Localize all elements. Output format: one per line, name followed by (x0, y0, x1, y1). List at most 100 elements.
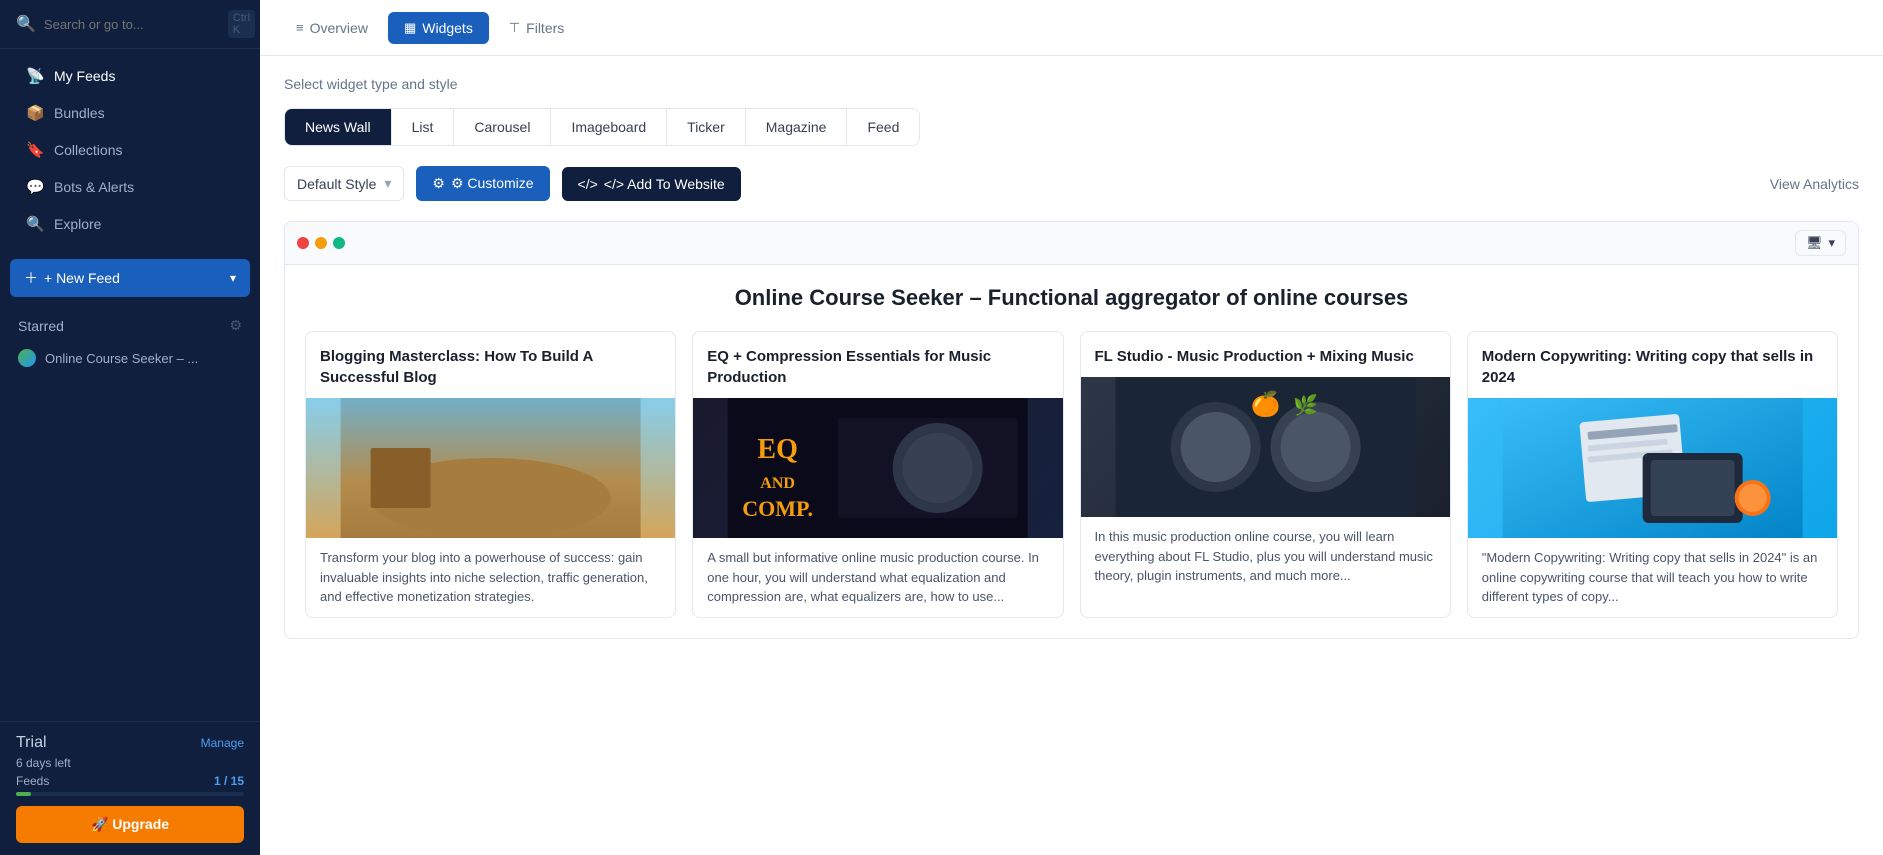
card-2[interactable]: EQ + Compression Essentials for Music Pr… (692, 331, 1063, 618)
style-select[interactable]: Default Style ▾ (284, 166, 404, 201)
card-image-copy (1468, 398, 1837, 538)
top-nav: ≡ Overview ▦ Widgets ⊤ Filters (260, 0, 1883, 56)
widget-tabs: News Wall List Carousel Imageboard Ticke… (284, 108, 920, 146)
sidebar-item-label: Bundles (54, 105, 105, 121)
feed-item-online-course[interactable]: Online Course Seeker – ... (0, 342, 260, 374)
upgrade-button[interactable]: 🚀 Upgrade (16, 806, 244, 843)
search-bar[interactable]: 🔍 Ctrl K (0, 0, 260, 49)
widget-tab-list[interactable]: List (392, 109, 455, 145)
card-4[interactable]: Modern Copywriting: Writing copy that se… (1467, 331, 1838, 618)
sidebar-item-label: Bots & Alerts (54, 179, 134, 195)
cards-grid: Blogging Masterclass: How To Build A Suc… (305, 331, 1838, 618)
feeds-count: 1 / 15 (214, 774, 244, 788)
overview-icon: ≡ (296, 20, 304, 35)
main-content: ≡ Overview ▦ Widgets ⊤ Filters Select wi… (260, 0, 1883, 855)
gear-icon[interactable]: ⚙ (229, 317, 242, 334)
select-widget-label: Select widget type and style (284, 76, 1859, 92)
customize-label: ⚙ Customize (451, 175, 534, 192)
collections-icon: 🔖 (26, 141, 44, 159)
sidebar: 🔍 Ctrl K 📡 My Feeds 📦 Bundles 🔖 Collecti… (0, 0, 260, 855)
card-1[interactable]: Blogging Masterclass: How To Build A Suc… (305, 331, 676, 618)
feeds-label: Feeds (16, 774, 49, 788)
new-feed-button[interactable]: ＋ + New Feed ▾ (10, 259, 250, 297)
svg-text:AND: AND (761, 475, 796, 492)
new-feed-label: + New Feed (44, 270, 120, 286)
card-3[interactable]: FL Studio - Music Production + Mixing Mu… (1080, 331, 1451, 618)
feeds-row: Feeds 1 / 15 (16, 774, 244, 788)
plus-icon: ＋ (24, 268, 38, 288)
customize-button[interactable]: ⚙ ⚙ Customize (416, 166, 549, 201)
starred-section: Starred ⚙ Online Course Seeker – ... (0, 305, 260, 378)
sidebar-item-collections[interactable]: 🔖 Collections (8, 132, 252, 168)
card-desc: Transform your blog into a powerhouse of… (306, 538, 675, 617)
upgrade-label: 🚀 Upgrade (91, 816, 169, 833)
tab-filters-label: Filters (526, 20, 564, 36)
traffic-light-green (333, 237, 345, 249)
feed-item-label: Online Course Seeker – ... (45, 351, 198, 366)
traffic-lights (297, 237, 345, 249)
card-image-eq: EQ AND COMP. (693, 398, 1062, 538)
feeds-icon: 📡 (26, 67, 44, 85)
preview-title: Online Course Seeker – Functional aggreg… (305, 285, 1838, 311)
bundles-icon: 📦 (26, 104, 44, 122)
device-switcher[interactable]: 🖥 ▾ (1795, 230, 1846, 256)
tab-widgets-label: Widgets (422, 20, 473, 36)
progress-bar (16, 792, 244, 796)
widget-tab-ticker[interactable]: Ticker (667, 109, 746, 145)
preview-container: 🖥 ▾ Online Course Seeker – Functional ag… (284, 221, 1859, 639)
tab-overview-label: Overview (310, 20, 368, 36)
card-title: EQ + Compression Essentials for Music Pr… (693, 332, 1062, 398)
add-website-icon: </> (578, 176, 598, 192)
card-image-fl: 🍊 🌿 (1081, 377, 1450, 517)
svg-text:COMP.: COMP. (743, 496, 814, 521)
svg-text:EQ: EQ (758, 434, 798, 465)
view-analytics-link[interactable]: View Analytics (1770, 176, 1859, 192)
tab-filters[interactable]: ⊤ Filters (493, 12, 580, 44)
card-desc: "Modern Copywriting: Writing copy that s… (1468, 538, 1837, 617)
widget-tab-feed[interactable]: Feed (847, 109, 919, 145)
sidebar-item-bots-alerts[interactable]: 💬 Bots & Alerts (8, 169, 252, 205)
tab-widgets[interactable]: ▦ Widgets (388, 12, 489, 44)
search-shortcut: Ctrl K (228, 10, 255, 38)
search-input[interactable] (44, 17, 220, 32)
feed-avatar (18, 349, 36, 367)
bots-icon: 💬 (26, 178, 44, 196)
trial-label: Trial (16, 734, 47, 752)
preview-titlebar: 🖥 ▾ (285, 222, 1858, 265)
card-title: Modern Copywriting: Writing copy that se… (1468, 332, 1837, 398)
sidebar-item-label: My Feeds (54, 68, 115, 84)
manage-link[interactable]: Manage (201, 736, 244, 750)
chevron-down-icon: ▾ (1828, 235, 1835, 251)
progress-fill (16, 792, 31, 796)
toolbar: Default Style ▾ ⚙ ⚙ Customize </> </> Ad… (284, 166, 1859, 201)
card-image-blog (306, 398, 675, 538)
add-to-website-button[interactable]: </> </> Add To Website (562, 167, 741, 201)
explore-icon: 🔍 (26, 215, 44, 233)
starred-header: Starred ⚙ (0, 309, 260, 342)
svg-text:🌿: 🌿 (1293, 393, 1318, 417)
sidebar-footer: Trial Manage 6 days left Feeds 1 / 15 🚀 … (0, 721, 260, 855)
widget-tab-imageboard[interactable]: Imageboard (551, 109, 667, 145)
search-icon: 🔍 (16, 14, 36, 34)
sidebar-item-my-feeds[interactable]: 📡 My Feeds (8, 58, 252, 94)
widget-tab-news-wall[interactable]: News Wall (285, 109, 392, 145)
chevron-down-icon: ▾ (384, 175, 391, 192)
add-website-label: </> Add To Website (604, 176, 725, 192)
card-title: Blogging Masterclass: How To Build A Suc… (306, 332, 675, 398)
style-select-value: Default Style (297, 176, 376, 192)
sidebar-item-label: Collections (54, 142, 122, 158)
desktop-icon: 🖥 (1806, 235, 1823, 251)
traffic-light-yellow (315, 237, 327, 249)
starred-label: Starred (18, 318, 64, 334)
sidebar-item-bundles[interactable]: 📦 Bundles (8, 95, 252, 131)
widget-tab-magazine[interactable]: Magazine (746, 109, 848, 145)
customize-icon: ⚙ (432, 175, 445, 192)
sidebar-item-label: Explore (54, 216, 101, 232)
sidebar-nav: 📡 My Feeds 📦 Bundles 🔖 Collections 💬 Bot… (0, 49, 260, 251)
card-desc: In this music production online course, … (1081, 517, 1450, 596)
sidebar-item-explore[interactable]: 🔍 Explore (8, 206, 252, 242)
tab-overview[interactable]: ≡ Overview (280, 12, 384, 44)
trial-days: 6 days left (16, 756, 244, 770)
svg-text:🍊: 🍊 (1250, 390, 1281, 418)
widget-tab-carousel[interactable]: Carousel (454, 109, 551, 145)
